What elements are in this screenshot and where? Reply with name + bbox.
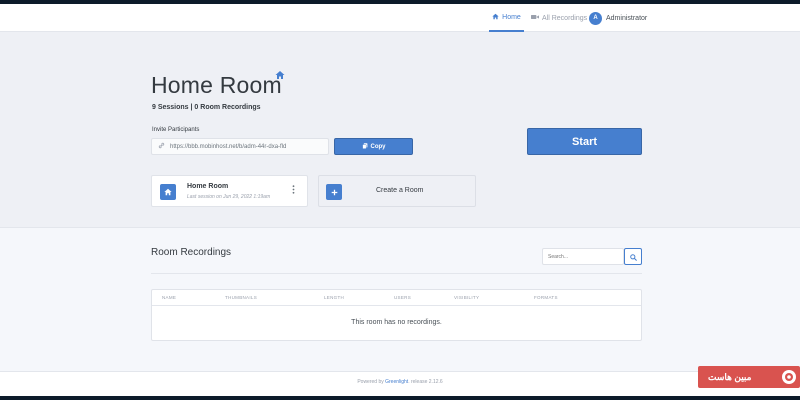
room-card-name: Home Room [187,183,229,190]
top-navbar: Home All Recordings A Administrator [0,4,800,32]
column-header-name[interactable]: NAME [162,295,176,300]
column-header-users[interactable]: USERS [394,295,411,300]
nav-all-recordings-label: All Recordings [542,14,588,22]
table-header-divider [152,305,641,306]
room-stats: 9 Sessions | 0 Room Recordings [152,104,261,111]
column-header-thumbnails: THUMBNAILS [225,295,258,300]
recordings-table: NAME THUMBNAILS LENGTH USERS VISIBILITY … [151,289,642,341]
greenlight-link[interactable]: Greenlight [385,379,408,385]
copy-button[interactable]: Copy [334,138,413,155]
video-icon [531,14,539,22]
room-hero: Home Room 9 Sessions | 0 Room Recordings… [0,32,800,228]
start-button[interactable]: Start [527,128,642,155]
nav-home-link[interactable]: Home [489,4,524,32]
invite-url-text: https://bbb.mobinhost.net/b/adm-44r-dxa-… [170,143,287,150]
column-header-visibility[interactable]: VISIBILITY [454,295,479,300]
home-icon [492,13,499,22]
invite-url-field[interactable]: https://bbb.mobinhost.net/b/adm-44r-dxa-… [151,138,329,155]
column-header-formats: FORMATS [534,295,558,300]
create-room-card[interactable]: Create a Room [318,175,476,207]
nav-home-label: Home [502,13,521,21]
user-name: Administrator [606,14,648,22]
room-card-last-session: Last session on Jun 29, 2022 1:19am [187,194,271,200]
footer-text: Powered by Greenlight. release 2.12.6 [0,379,800,385]
plus-icon [326,184,342,200]
more-vertical-icon[interactable] [292,185,295,196]
nav-all-recordings-link[interactable]: All Recordings [531,4,587,32]
avatar: A [589,11,602,25]
room-card[interactable]: Home Room Last session on Jun 29, 2022 1… [151,175,308,207]
search-button[interactable] [624,248,642,265]
watermark-text: مبین هاست [708,371,752,382]
copy-button-label: Copy [370,143,386,150]
footer-release: . release 2.12.6 [408,379,443,385]
search-input[interactable] [542,248,624,265]
recordings-title: Room Recordings [151,247,232,258]
link-icon [158,142,165,151]
footer-prefix: Powered by [357,379,384,385]
invite-label: Invite Participants [152,127,200,133]
app-frame: Home All Recordings A Administrator Home… [0,4,800,396]
search-icon [629,248,637,266]
column-header-length[interactable]: LENGTH [324,295,344,300]
create-room-label: Create a Room [376,187,424,194]
footer: Powered by Greenlight. release 2.12.6 [0,371,800,396]
user-menu[interactable]: A Administrator [589,4,647,32]
empty-recordings-message: This room has no recordings. [351,319,442,326]
home-icon [160,184,176,200]
page-title: Home Room [151,72,282,98]
copy-icon [361,142,368,151]
home-icon [275,70,285,83]
section-divider [151,273,642,274]
watermark-logo-icon [780,368,798,386]
watermark-badge: مبین هاست [698,366,800,388]
